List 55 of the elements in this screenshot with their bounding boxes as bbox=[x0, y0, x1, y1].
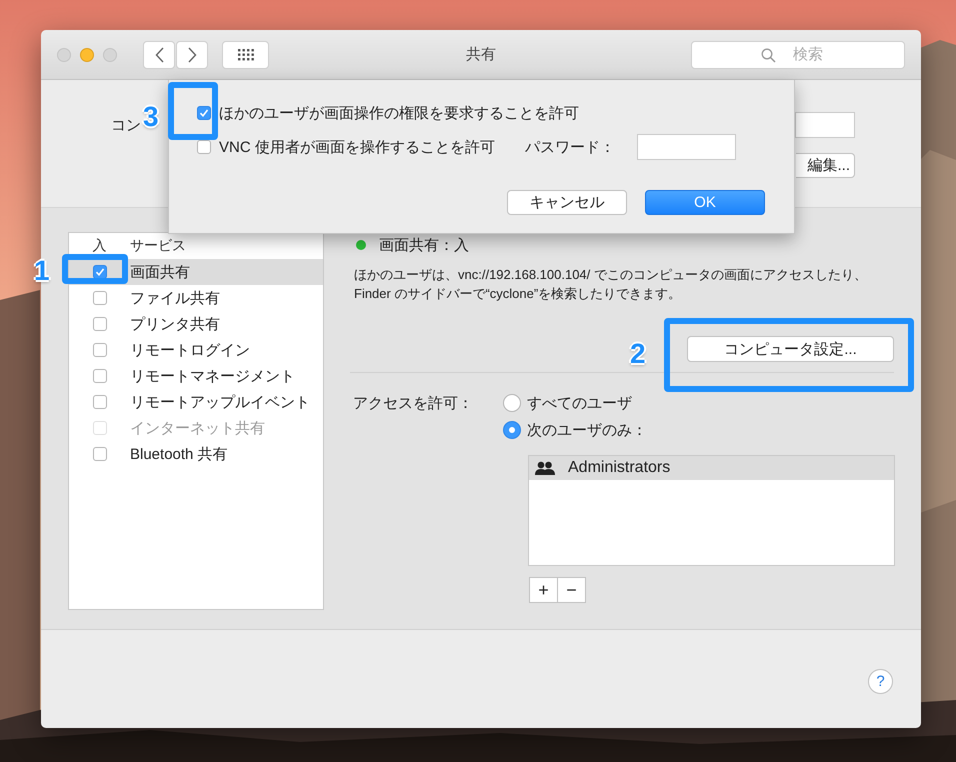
service-row[interactable]: リモートマネージメント bbox=[69, 363, 323, 389]
highlight-frame bbox=[168, 82, 218, 140]
window-title: 共有 bbox=[466, 45, 496, 64]
password-label: パスワード： bbox=[524, 138, 615, 156]
checkbox[interactable] bbox=[92, 317, 106, 331]
password-field[interactable] bbox=[636, 134, 736, 160]
grid-icon bbox=[238, 48, 254, 60]
computer-name-label: コン bbox=[111, 116, 141, 134]
checkbox[interactable] bbox=[197, 140, 211, 154]
column-header: 入 bbox=[92, 237, 106, 255]
computer-settings-button[interactable]: コンピュータ設定... bbox=[687, 336, 894, 362]
description-text: ほかのユーザは、vnc://192.168.100.104/ でこのコンピュータの画面にアクセスしたり、Finder のサイドバーで“cyclone”を検索したりできます。 bbox=[354, 266, 868, 303]
service-row[interactable]: リモートアップルイベント bbox=[69, 389, 323, 415]
show-all-button[interactable] bbox=[222, 40, 269, 68]
user-row[interactable]: Administrators bbox=[529, 456, 894, 480]
remove-button[interactable]: − bbox=[557, 577, 586, 603]
checkbox[interactable] bbox=[92, 447, 106, 461]
group-icon bbox=[535, 461, 555, 475]
service-row[interactable]: プリンタ共有 bbox=[69, 311, 323, 337]
radio-label: すべてのユーザ bbox=[527, 394, 632, 412]
status-text: 画面共有：入 bbox=[379, 236, 469, 254]
chevron-left-icon bbox=[154, 46, 164, 62]
radio-button[interactable] bbox=[503, 421, 521, 439]
help-button[interactable]: ? bbox=[868, 669, 893, 694]
edit-button[interactable]: 編集... bbox=[796, 153, 855, 178]
minimize-button[interactable] bbox=[80, 48, 94, 62]
checkbox[interactable] bbox=[197, 106, 211, 120]
service-row[interactable]: ファイル共有 bbox=[69, 285, 323, 311]
checkbox[interactable] bbox=[92, 395, 106, 409]
access-label: アクセスを許可： bbox=[352, 394, 474, 414]
step-number: 2 bbox=[630, 340, 646, 368]
checkbox[interactable] bbox=[92, 343, 106, 357]
service-row[interactable]: リモートログイン bbox=[69, 337, 323, 363]
computer-name-field[interactable] bbox=[795, 112, 855, 138]
add-button[interactable]: + bbox=[529, 577, 558, 603]
radio-label: 次のユーザのみ： bbox=[527, 420, 647, 440]
option-label: ほかのユーザが画面操作の権限を要求することを許可 bbox=[219, 104, 579, 122]
cancel-button[interactable]: キャンセル bbox=[507, 190, 627, 215]
service-row[interactable]: Bluetooth 共有 bbox=[69, 441, 323, 467]
chevron-right-icon bbox=[188, 46, 196, 62]
search-icon bbox=[761, 48, 776, 62]
checkbox[interactable] bbox=[92, 291, 106, 305]
highlight-frame bbox=[62, 254, 128, 284]
column-header: サービス bbox=[130, 237, 186, 255]
service-row[interactable]: 画面共有 bbox=[69, 259, 323, 285]
search-field[interactable]: 検索 bbox=[691, 40, 905, 68]
forward-button[interactable] bbox=[176, 40, 208, 68]
checkbox[interactable] bbox=[92, 265, 106, 279]
checkbox[interactable] bbox=[92, 369, 106, 383]
close-button[interactable] bbox=[57, 48, 71, 62]
step-number: 3 bbox=[143, 103, 159, 131]
option-label: VNC 使用者が画面を操作することを許可 bbox=[219, 138, 495, 156]
back-button[interactable] bbox=[143, 40, 175, 68]
radio-button[interactable] bbox=[503, 394, 521, 412]
zoom-button[interactable] bbox=[103, 48, 117, 62]
